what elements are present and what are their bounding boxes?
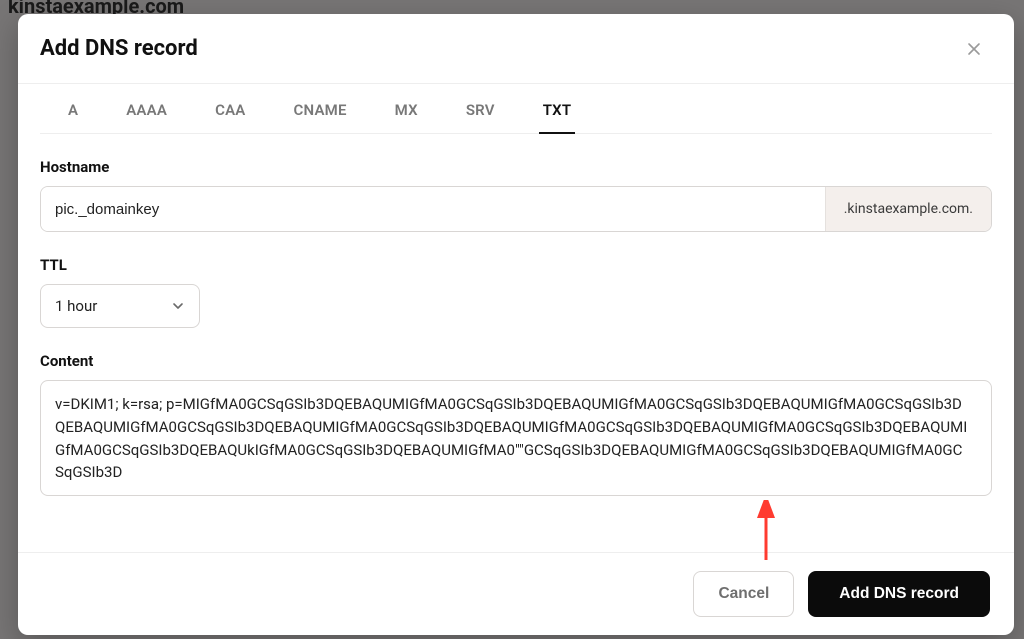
tab-cname[interactable]: CNAME — [294, 101, 347, 133]
hostname-field: Hostname .kinstaexample.com. — [40, 158, 992, 232]
ttl-label: TTL — [40, 256, 992, 274]
tab-caa[interactable]: CAA — [215, 101, 245, 133]
ttl-selected-value: 1 hour — [55, 297, 97, 315]
tab-a[interactable]: A — [68, 101, 78, 133]
hostname-suffix: .kinstaexample.com. — [825, 187, 991, 231]
close-icon — [966, 41, 982, 57]
tab-mx[interactable]: MX — [395, 101, 418, 133]
modal-footer: Cancel Add DNS record — [18, 552, 1014, 635]
ttl-select-wrap: 1 hour — [40, 284, 200, 328]
content-textarea[interactable] — [40, 380, 992, 496]
tab-srv[interactable]: SRV — [466, 101, 495, 133]
content-label: Content — [40, 352, 992, 370]
ttl-select[interactable]: 1 hour — [40, 284, 200, 328]
add-dns-record-button[interactable]: Add DNS record — [808, 571, 990, 617]
add-dns-record-modal: Add DNS record A AAAA CAA CNAME MX SRV T… — [18, 14, 1014, 635]
content-field: Content — [40, 352, 992, 500]
ttl-field: TTL 1 hour — [40, 256, 992, 328]
hostname-input-wrap: .kinstaexample.com. — [40, 186, 992, 232]
cancel-button[interactable]: Cancel — [693, 571, 794, 617]
hostname-input[interactable] — [41, 187, 825, 231]
modal-header: Add DNS record — [18, 14, 1014, 83]
tab-aaaa[interactable]: AAAA — [126, 101, 167, 133]
chevron-down-icon — [171, 299, 185, 313]
hostname-label: Hostname — [40, 158, 992, 176]
close-button[interactable] — [962, 37, 986, 61]
record-type-tabs: A AAAA CAA CNAME MX SRV TXT — [40, 83, 992, 134]
tab-txt[interactable]: TXT — [543, 101, 572, 133]
modal-body: A AAAA CAA CNAME MX SRV TXT Hostname .ki… — [18, 83, 1014, 552]
modal-title: Add DNS record — [40, 36, 198, 61]
